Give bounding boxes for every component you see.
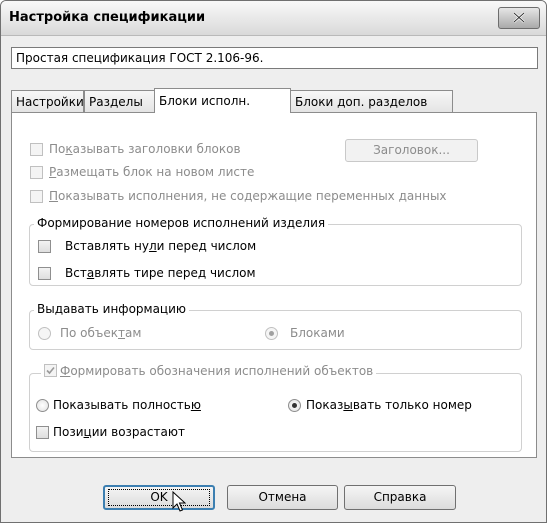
tab-variant-blocks[interactable]: Блоки исполн.: [154, 88, 291, 113]
cancel-button[interactable]: Отмена: [227, 485, 338, 510]
help-button[interactable]: Справка: [344, 485, 456, 510]
show-variants-checkbox[interactable]: [30, 190, 43, 203]
number-only-label: Показывать только номер: [306, 398, 472, 412]
show-headers-label: Показывать заголовки блоков: [49, 142, 241, 156]
designations-group: [29, 373, 522, 452]
designations-group-title: Формировать обозначения исполнений объек…: [41, 364, 377, 378]
ok-button[interactable]: OK: [103, 485, 215, 510]
by-objects-label: По объектам: [60, 326, 142, 340]
tab-settings[interactable]: Настройки: [11, 90, 84, 112]
close-icon: [513, 12, 525, 23]
insert-zeros-checkbox[interactable]: [38, 240, 51, 253]
radio-selected-dot: [292, 403, 297, 408]
show-full-radio[interactable]: [36, 399, 49, 412]
new-sheet-checkbox[interactable]: [30, 166, 43, 179]
tab-panel: Показывать заголовки блоков Заголовок...…: [11, 112, 537, 458]
by-blocks-label: Блоками: [290, 326, 345, 340]
radio-selected-dot: [269, 331, 274, 336]
output-group-title: Выдавать информацию: [34, 302, 189, 316]
tab-sections[interactable]: Разделы: [84, 90, 155, 112]
title-bar: Настройка спецификации: [1, 1, 546, 36]
dialog-title: Настройка спецификации: [9, 10, 206, 25]
mouse-pointer-icon: [172, 491, 186, 512]
by-blocks-radio[interactable]: [265, 327, 278, 340]
form-designations-label: Формировать обозначения исполнений объек…: [60, 364, 374, 378]
form-designations-checkbox[interactable]: [44, 364, 57, 377]
positions-ascending-checkbox[interactable]: [36, 426, 49, 439]
header-button[interactable]: Заголовок...: [345, 139, 478, 162]
positions-ascending-label: Позиции возрастают: [53, 425, 185, 439]
number-only-radio[interactable]: [288, 399, 301, 412]
new-sheet-label: Размещать блок на новом листе: [49, 165, 255, 179]
tab-extra-section-blocks[interactable]: Блоки доп. разделов: [290, 90, 453, 112]
insert-dash-label: Вставлять тире перед числом: [65, 266, 256, 280]
close-button[interactable]: [498, 7, 540, 29]
by-objects-radio[interactable]: [38, 327, 51, 340]
specification-style-field[interactable]: Простая спецификация ГОСТ 2.106-96.: [11, 47, 538, 69]
show-headers-checkbox[interactable]: [30, 143, 43, 156]
focus-rectangle: [108, 489, 210, 506]
show-variants-label: Показывать исполнения, не содержащие пер…: [49, 189, 447, 203]
insert-zeros-label: Вставлять нули перед числом: [65, 239, 257, 253]
settings-dialog: Настройка спецификации Простая специфика…: [0, 0, 547, 523]
check-mark-icon: [46, 366, 55, 375]
numbering-group-title: Формирование номеров исполнений изделия: [34, 216, 329, 230]
insert-dash-checkbox[interactable]: [38, 267, 51, 280]
show-full-label: Показывать полностью: [53, 398, 201, 412]
